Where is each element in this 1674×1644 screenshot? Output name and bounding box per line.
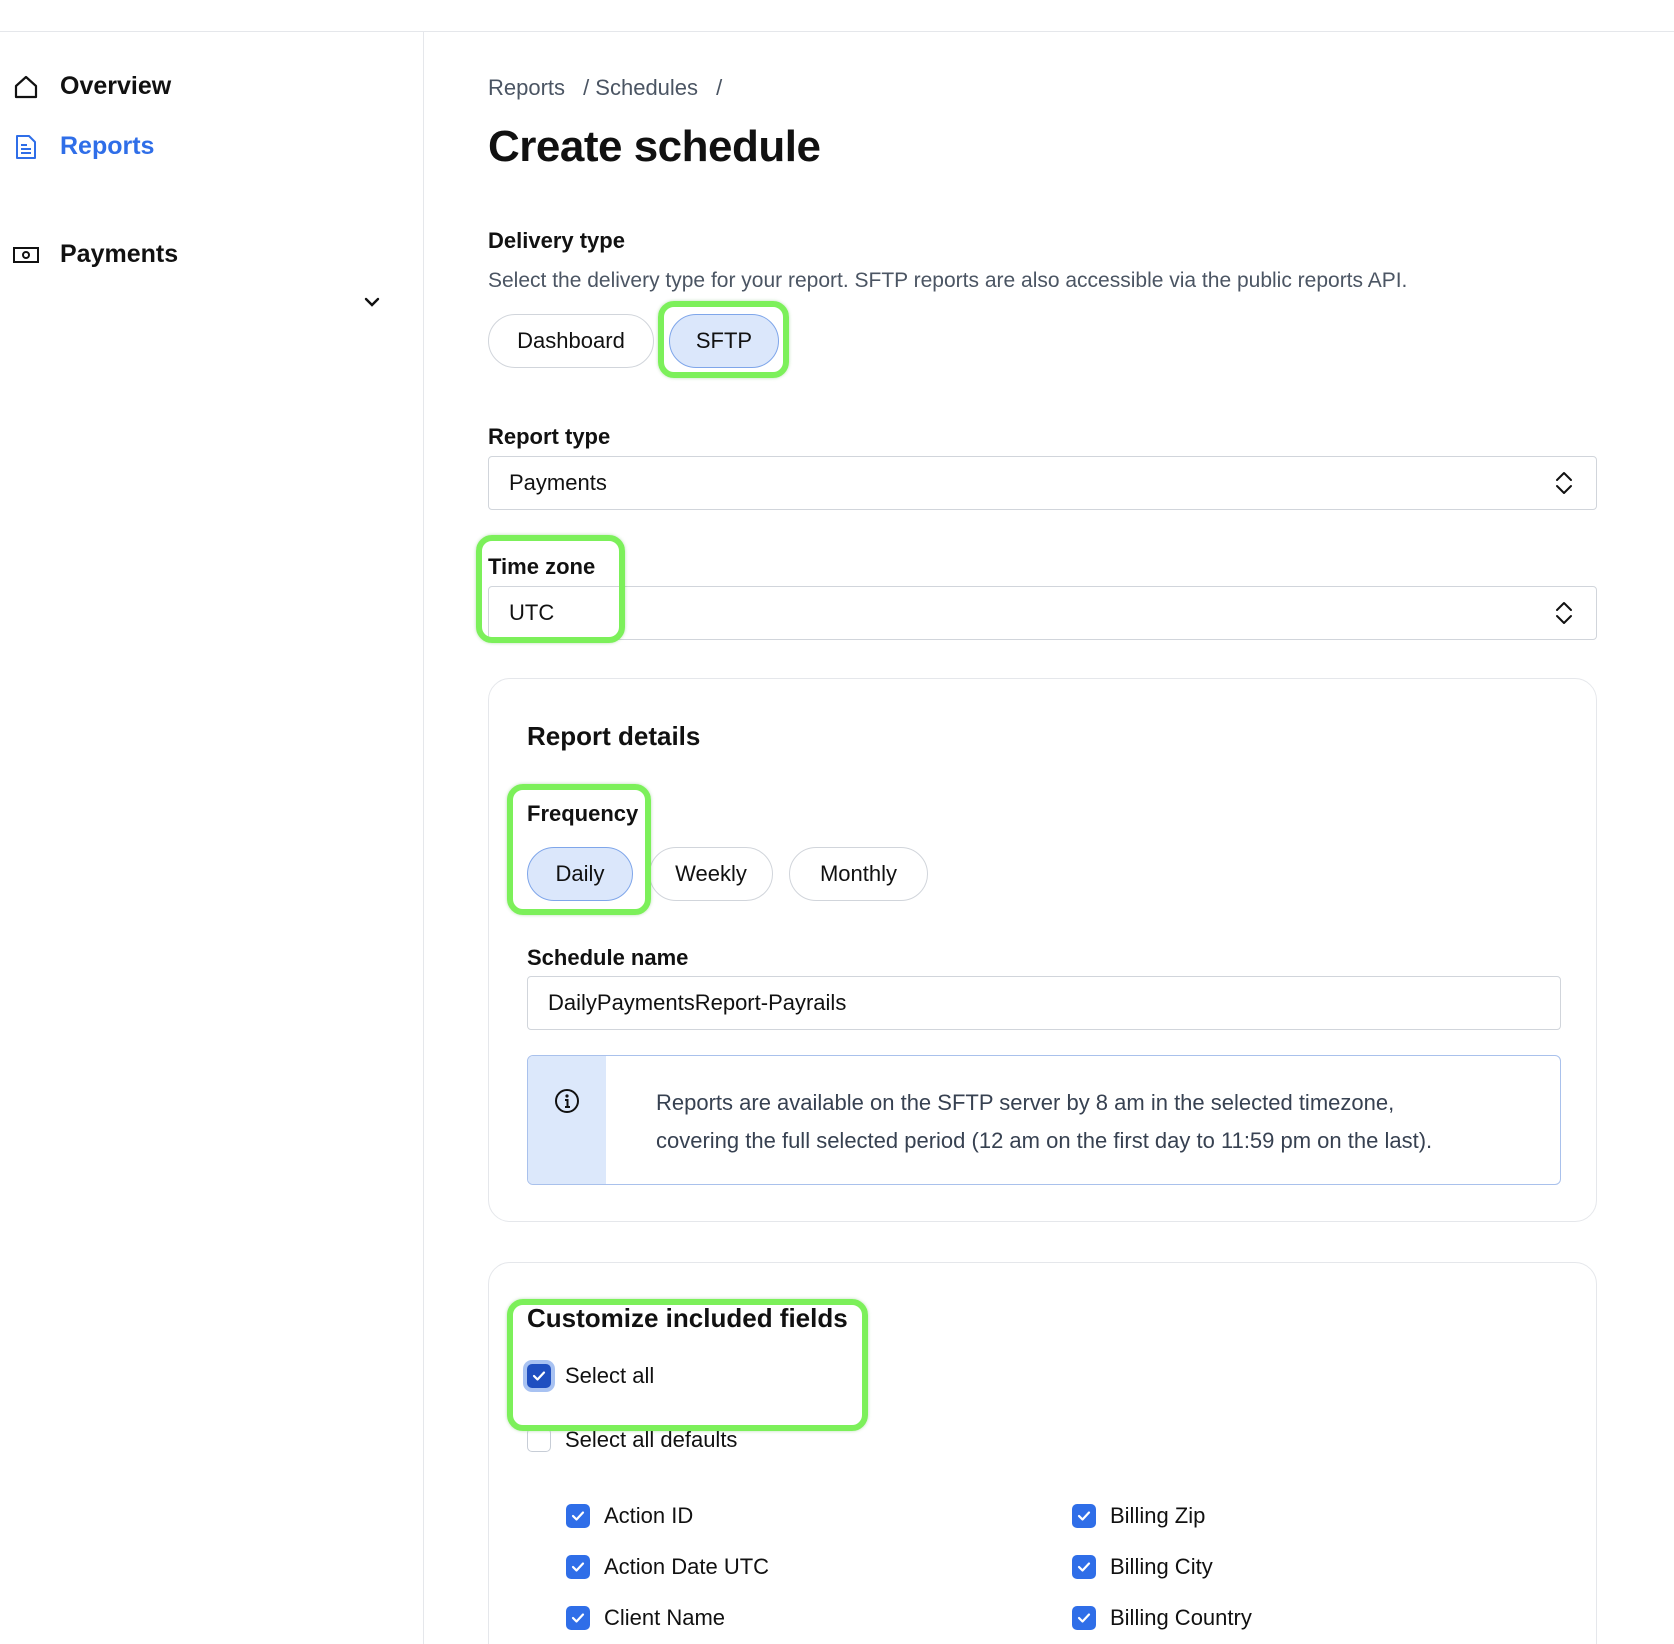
sidebar-item-payments[interactable]: Payments: [12, 240, 178, 269]
checkbox-unchecked-icon: [527, 1428, 551, 1452]
schedule-name-label: Schedule name: [527, 945, 689, 970]
checkbox-label: Billing Country: [1110, 1605, 1252, 1630]
select-caret-icon: [1552, 470, 1576, 496]
time-zone-select[interactable]: UTC: [488, 586, 1597, 640]
field-checkbox-action-date-utc[interactable]: Action Date UTC: [566, 1554, 769, 1580]
sidebar-item-label: Payments: [60, 240, 179, 268]
info-callout-strip: [528, 1056, 606, 1184]
checkbox-label: Action ID: [604, 1503, 694, 1528]
report-type-label: Report type: [488, 424, 611, 449]
schedule-name-input[interactable]: DailyPaymentsReport-Payrails: [527, 976, 1561, 1030]
sidebar-item-label: Overview: [60, 72, 172, 100]
document-icon: [12, 133, 40, 161]
sidebar-item-reports[interactable]: Reports: [12, 132, 154, 161]
frequency-option-monthly[interactable]: Monthly: [789, 847, 928, 901]
info-text: Reports are available on the SFTP server…: [656, 1084, 1432, 1160]
top-bar: [0, 0, 1674, 32]
select-caret-icon: [1552, 600, 1576, 626]
field-checkbox-client-name[interactable]: Client Name: [566, 1605, 725, 1631]
banknote-icon: [12, 241, 40, 269]
home-icon: [12, 73, 40, 101]
delivery-option-sftp[interactable]: SFTP: [669, 314, 779, 368]
field-checkbox-action-id[interactable]: Action ID: [566, 1503, 693, 1529]
sidebar-item-overview[interactable]: Overview: [12, 72, 171, 101]
checkbox-label: Billing City: [1110, 1554, 1213, 1579]
sidebar: Overview Reports Payments: [0, 32, 424, 1644]
checkbox-label: Client Name: [604, 1605, 726, 1630]
sidebar-item-label: Reports: [60, 132, 155, 160]
frequency-label: Frequency: [527, 801, 639, 826]
info-text-line: covering the full selected period (12 am…: [656, 1128, 1433, 1153]
checkbox-label: Select all defaults: [565, 1427, 738, 1452]
checkbox-label: Billing Zip: [1110, 1503, 1206, 1528]
checkbox-checked-icon: [1072, 1504, 1096, 1528]
checkbox-label: Select all: [565, 1363, 655, 1388]
breadcrumb-separator: /: [716, 75, 723, 100]
info-callout: Reports are available on the SFTP server…: [527, 1055, 1561, 1185]
time-zone-value: UTC: [509, 600, 555, 625]
delivery-option-dashboard[interactable]: Dashboard: [488, 314, 654, 368]
checkbox-checked-icon: [1072, 1555, 1096, 1579]
checkbox-checked-icon: [566, 1606, 590, 1630]
checkbox-checked-icon: [527, 1364, 551, 1388]
checkbox-checked-icon: [1072, 1606, 1096, 1630]
report-details-card: Report details Frequency Daily Weekly Mo…: [488, 678, 1597, 1222]
info-icon: [554, 1088, 580, 1114]
customize-fields-card: Customize included fields Select all Sel…: [488, 1262, 1597, 1644]
breadcrumb: Reports / Schedules /: [488, 75, 728, 101]
field-checkbox-billing-country[interactable]: Billing Country: [1072, 1605, 1252, 1631]
chevron-down-icon[interactable]: [360, 290, 384, 314]
time-zone-label: Time zone: [488, 554, 596, 579]
report-details-title: Report details: [527, 721, 701, 751]
checkbox-label: Action Date UTC: [604, 1554, 770, 1579]
delivery-type-label: Delivery type: [488, 228, 625, 253]
select-all-checkbox[interactable]: Select all: [527, 1363, 654, 1389]
select-all-defaults-checkbox[interactable]: Select all defaults: [527, 1427, 737, 1453]
checkbox-checked-icon: [566, 1555, 590, 1579]
customize-fields-title: Customize included fields: [527, 1303, 848, 1333]
frequency-option-daily[interactable]: Daily: [527, 847, 633, 901]
field-checkbox-billing-zip[interactable]: Billing Zip: [1072, 1503, 1205, 1529]
report-type-select[interactable]: Payments: [488, 456, 1597, 510]
checkbox-checked-icon: [566, 1504, 590, 1528]
info-text-line: Reports are available on the SFTP server…: [656, 1090, 1395, 1115]
breadcrumb-reports[interactable]: Reports: [488, 75, 565, 101]
breadcrumb-schedules[interactable]: Schedules: [595, 75, 698, 101]
report-type-value: Payments: [509, 470, 607, 495]
breadcrumb-separator: /: [583, 75, 590, 100]
frequency-option-weekly[interactable]: Weekly: [649, 847, 773, 901]
delivery-type-description: Select the delivery type for your report…: [488, 269, 1408, 292]
page-title: Create schedule: [488, 122, 821, 171]
field-checkbox-billing-city[interactable]: Billing City: [1072, 1554, 1213, 1580]
